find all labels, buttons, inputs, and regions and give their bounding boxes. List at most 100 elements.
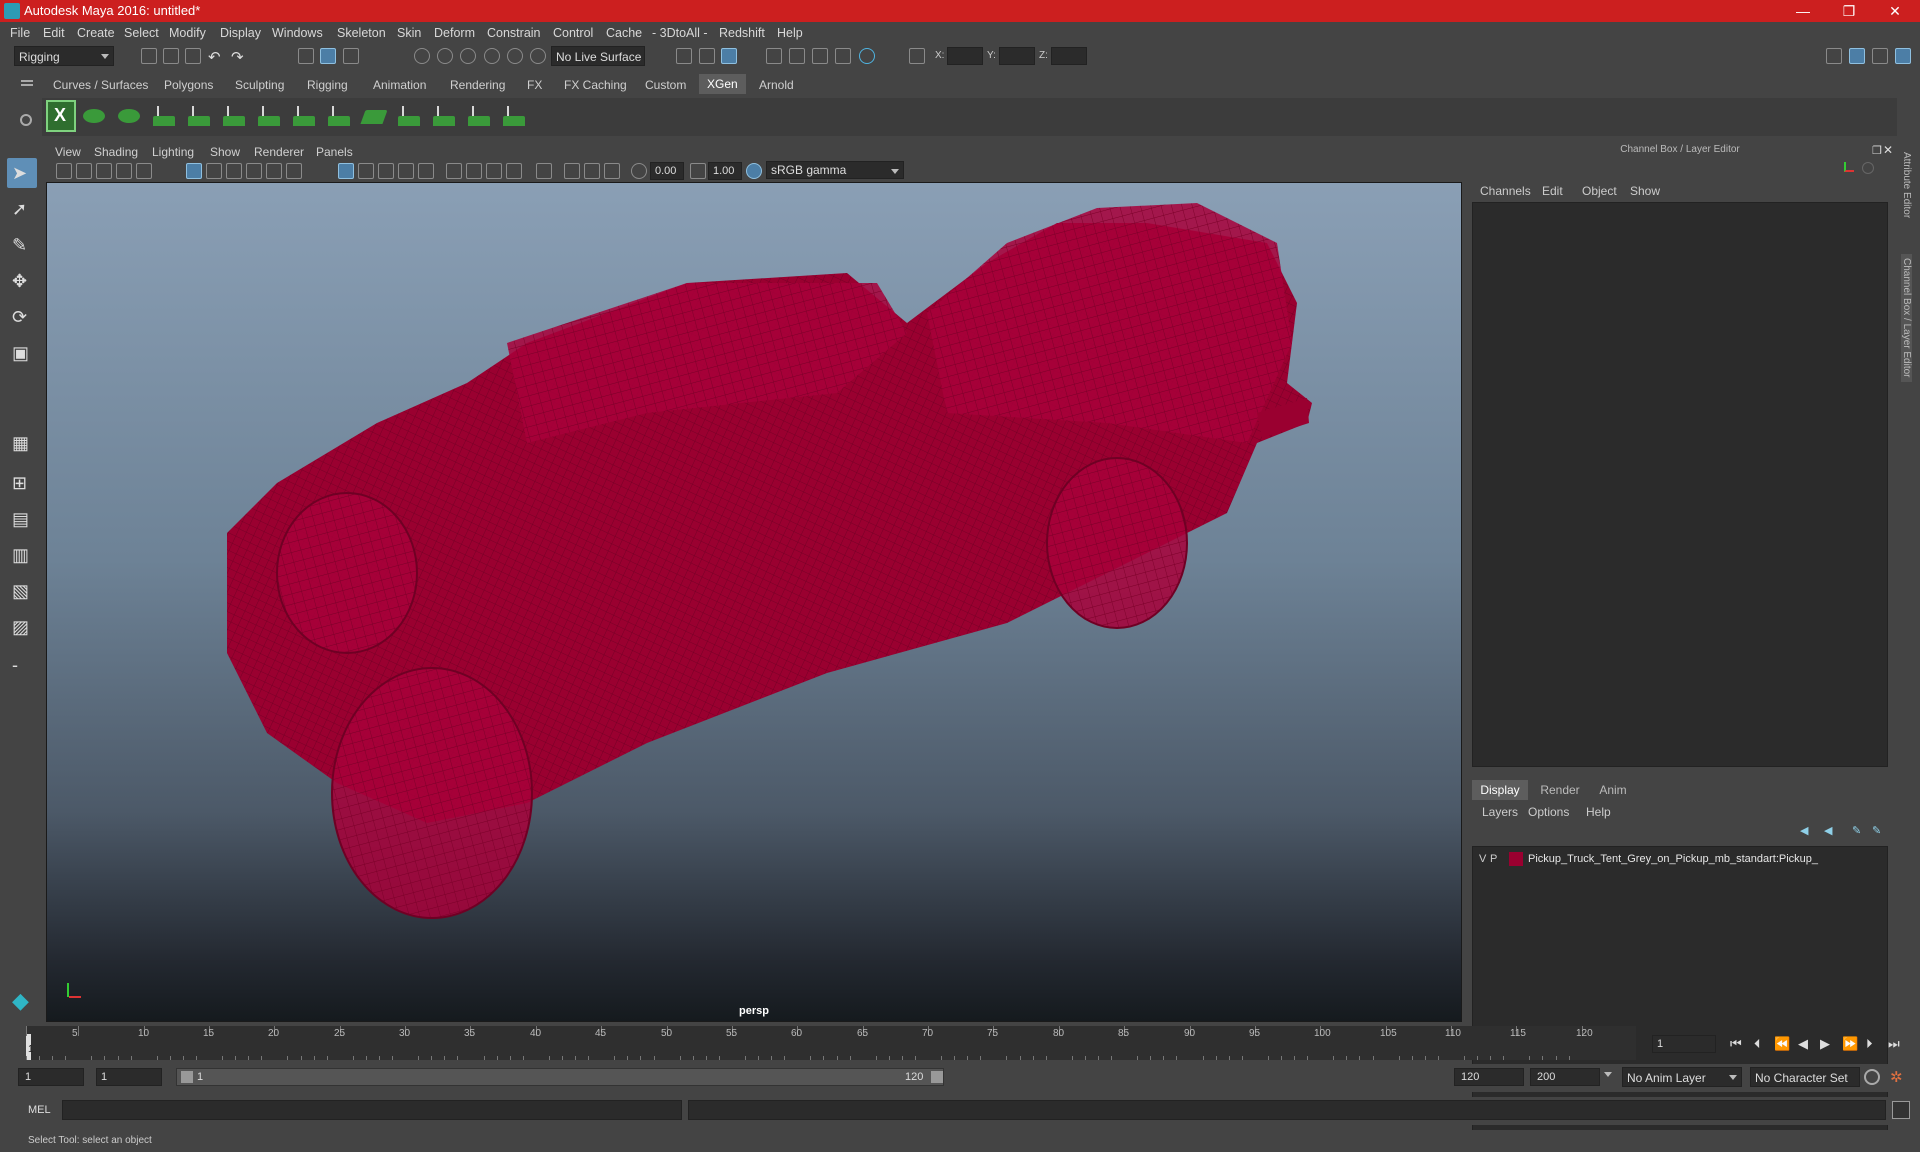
ipr-render-icon[interactable] xyxy=(812,48,828,64)
render-settings-icon[interactable] xyxy=(835,48,851,64)
step-back-frame-icon[interactable]: ⏴ xyxy=(1754,1036,1761,1052)
use-all-lights-icon[interactable] xyxy=(418,163,434,179)
graph-layout-icon[interactable]: ▥ xyxy=(7,540,37,570)
command-input[interactable] xyxy=(62,1100,682,1120)
color-management-icon[interactable] xyxy=(746,163,762,179)
z-field[interactable] xyxy=(1051,47,1087,65)
tab-rendering[interactable]: Rendering xyxy=(450,78,505,92)
wireframe-on-shaded-icon[interactable] xyxy=(378,163,394,179)
menu-modify[interactable]: Modify xyxy=(169,26,206,40)
layer-menu-options[interactable]: Options xyxy=(1528,805,1569,819)
menuset-dropdown[interactable]: Rigging xyxy=(14,46,114,66)
select-tool-icon[interactable]: ➤ xyxy=(7,158,37,188)
anim-layer-dropdown[interactable]: No Anim Layer xyxy=(1622,1067,1742,1087)
tab-xgen[interactable]: XGen xyxy=(699,74,746,94)
scale-tool-icon[interactable]: ▣ xyxy=(7,338,37,368)
tab-fx-caching[interactable]: FX Caching xyxy=(564,78,627,92)
undo-icon[interactable]: ↶ xyxy=(208,48,224,66)
xgen-brush-icon[interactable] xyxy=(395,100,425,132)
paint-select-tool-icon[interactable]: ✎ xyxy=(7,230,37,260)
viewport-menu-show[interactable]: Show xyxy=(210,145,240,159)
range-start-handle[interactable] xyxy=(181,1071,193,1083)
range-end-handle[interactable] xyxy=(931,1071,943,1083)
shadows-icon[interactable] xyxy=(446,163,462,179)
image-plane-icon[interactable] xyxy=(116,163,132,179)
x-field[interactable] xyxy=(947,47,983,65)
step-back-key-icon[interactable]: ⏪ xyxy=(1774,1036,1790,1052)
tab-arnold[interactable]: Arnold xyxy=(759,78,794,92)
render-view-icon[interactable] xyxy=(766,48,782,64)
gamma-field[interactable]: 1.00 xyxy=(708,162,742,180)
script-language-label[interactable]: MEL xyxy=(28,1104,51,1116)
tab-rigging[interactable]: Rigging xyxy=(307,78,348,92)
shelf-menu-icon[interactable] xyxy=(21,80,33,82)
minimize-button[interactable]: — xyxy=(1780,0,1826,22)
xgen-visibility-icon[interactable] xyxy=(80,100,110,132)
construction-history-icon[interactable] xyxy=(721,48,737,64)
current-frame-field[interactable]: 1 xyxy=(1652,1035,1716,1053)
anti-aliasing-icon[interactable] xyxy=(506,163,522,179)
channel-box-toggle-icon[interactable] xyxy=(1895,48,1911,64)
viewport-menu-lighting[interactable]: Lighting xyxy=(152,145,194,159)
render-current-icon[interactable] xyxy=(789,48,805,64)
close-panel-icon[interactable]: ✕ xyxy=(1883,143,1893,157)
step-forward-frame-icon[interactable]: ⏵ xyxy=(1866,1036,1873,1052)
layer-playback-toggle[interactable]: P xyxy=(1490,853,1497,865)
side-tab-attribute-editor[interactable]: Attribute Editor xyxy=(1901,152,1912,218)
output-ops-icon[interactable] xyxy=(699,48,715,64)
exposure-icon[interactable] xyxy=(631,163,647,179)
move-layer-down-icon[interactable]: ◀ xyxy=(1824,824,1832,837)
layer-menu-layers[interactable]: Layers xyxy=(1482,805,1518,819)
xgen-guide-add-icon[interactable] xyxy=(185,100,215,132)
xgen-description-icon[interactable] xyxy=(150,100,180,132)
menu-windows[interactable]: Windows xyxy=(272,26,323,40)
xgen-guide-select-icon[interactable] xyxy=(255,100,285,132)
menu-control[interactable]: Control xyxy=(553,26,593,40)
lasso-tool-icon[interactable]: ➚ xyxy=(7,194,37,224)
gamma-icon[interactable] xyxy=(690,163,706,179)
channel-box-axis-icon[interactable] xyxy=(1844,162,1856,174)
end-time-field[interactable]: 200 xyxy=(1530,1068,1600,1086)
channel-box-menu-edit[interactable]: Edit xyxy=(1542,184,1563,198)
xgen-layers-icon[interactable] xyxy=(360,100,390,132)
playback-end-field[interactable]: 120 xyxy=(1454,1068,1524,1086)
tab-custom[interactable]: Custom xyxy=(645,78,686,92)
end-time-dropdown-icon[interactable] xyxy=(1604,1072,1612,1077)
snap-projected-icon[interactable] xyxy=(484,48,500,64)
snap-grid-icon[interactable] xyxy=(414,48,430,64)
save-scene-icon[interactable] xyxy=(185,48,201,64)
menu-select[interactable]: Select xyxy=(124,26,159,40)
step-forward-key-icon[interactable]: ⏩ xyxy=(1842,1036,1858,1052)
four-view-layout-icon[interactable]: ⊞ xyxy=(7,468,37,498)
xgen-guide-place-icon[interactable] xyxy=(220,100,250,132)
select-camera-icon[interactable] xyxy=(56,163,72,179)
channel-box-menu-object[interactable]: Object xyxy=(1582,184,1617,198)
lock-camera-icon[interactable] xyxy=(76,163,92,179)
modeling-toolkit-icon[interactable] xyxy=(1826,48,1842,64)
shelf-settings-icon[interactable] xyxy=(20,114,32,126)
xray-components-icon[interactable] xyxy=(604,163,620,179)
move-layer-up-icon[interactable]: ◀ xyxy=(1800,824,1808,837)
ambient-occlusion-icon[interactable] xyxy=(466,163,482,179)
new-empty-layer-icon[interactable]: ✎ xyxy=(1852,824,1861,837)
hypershade-layout-icon[interactable]: ▧ xyxy=(7,576,37,606)
bookmark-icon[interactable] xyxy=(96,163,112,179)
menu-redshift[interactable]: Redshift xyxy=(719,26,765,40)
playback-start-field[interactable]: 1 xyxy=(96,1068,162,1086)
float-panel-icon[interactable]: ❐ xyxy=(1872,144,1882,157)
viewport-menu-panels[interactable]: Panels xyxy=(316,145,353,159)
menu-display[interactable]: Display xyxy=(220,26,261,40)
select-component-icon[interactable] xyxy=(343,48,359,64)
exposure-field[interactable]: 0.00 xyxy=(650,162,684,180)
layer-color-swatch[interactable] xyxy=(1509,852,1523,866)
go-to-start-icon[interactable]: ⏮ xyxy=(1730,1036,1742,1052)
perspective-viewport[interactable]: persp xyxy=(46,182,1462,1022)
grid-icon[interactable] xyxy=(186,163,202,179)
viewport-menu-view[interactable]: View xyxy=(55,145,81,159)
single-perspective-layout-icon[interactable]: ▦ xyxy=(7,428,37,458)
xray-joints-icon[interactable] xyxy=(584,163,600,179)
maya-workspace-icon[interactable]: ◆ xyxy=(7,986,37,1016)
time-slider[interactable]: 1 5 10 15 20 25 30 35 40 45 50 55 60 65 70 75 80 85 90 95 1… xyxy=(26,1026,1636,1060)
layer-menu-help[interactable]: Help xyxy=(1586,805,1611,819)
menu-skeleton[interactable]: Skeleton xyxy=(337,26,386,40)
